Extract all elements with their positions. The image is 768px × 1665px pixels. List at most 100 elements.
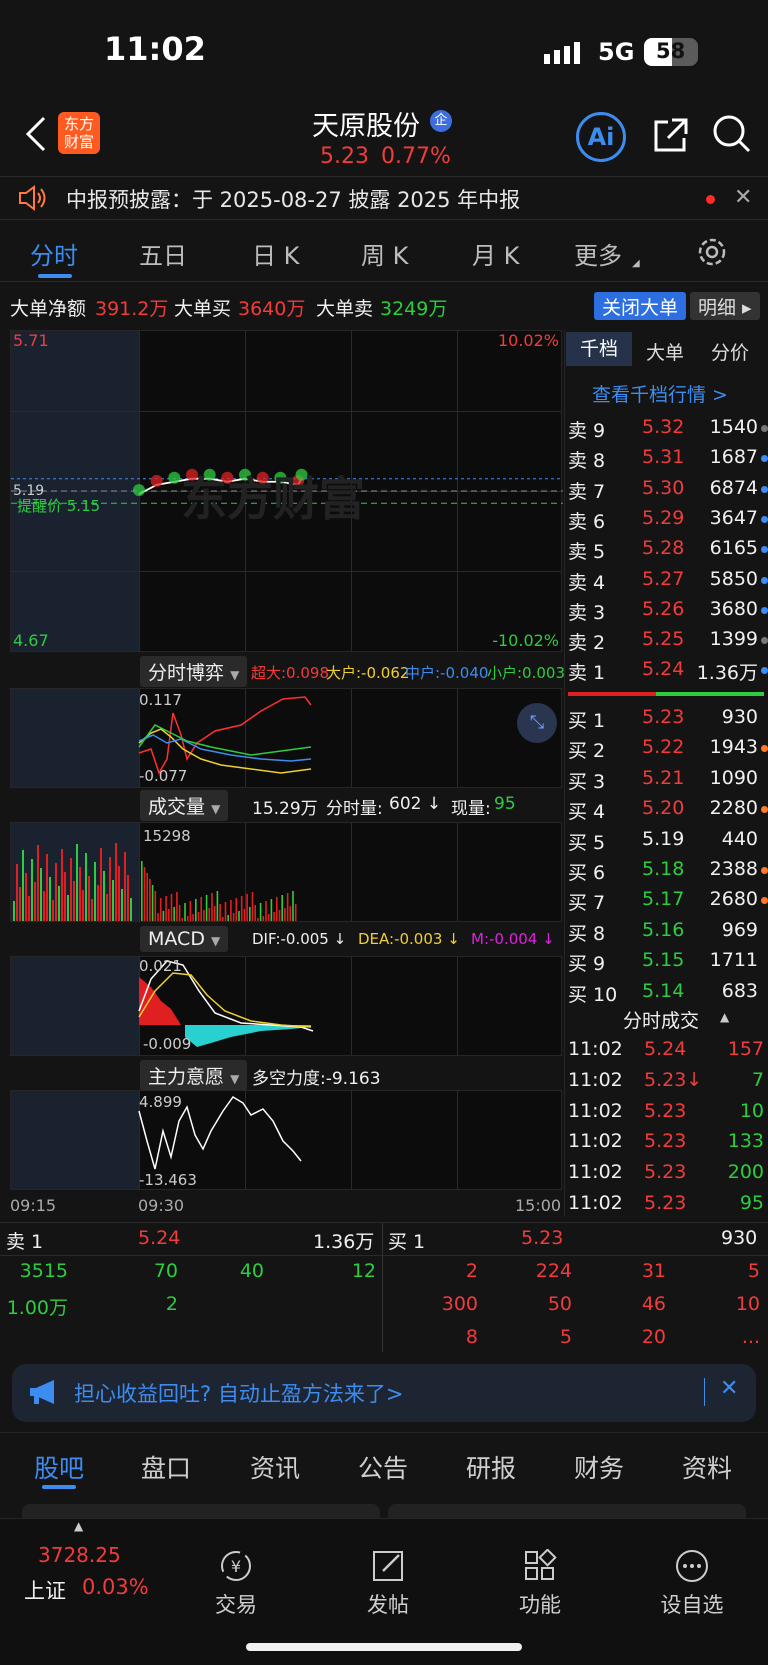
share-icon[interactable] bbox=[652, 116, 690, 158]
tab-announcement[interactable]: 公告 bbox=[358, 1449, 408, 1485]
sell-level-row[interactable]: 卖 2 5.25 1399 bbox=[566, 626, 768, 656]
volume-bar bbox=[76, 844, 78, 921]
buy-level-row[interactable]: 买 6 5.18 2388 bbox=[566, 856, 768, 886]
nav-trade[interactable]: ¥ 交易 bbox=[176, 1549, 296, 1619]
search-icon[interactable] bbox=[712, 114, 752, 158]
index-value[interactable]: 3728.25 bbox=[38, 1543, 121, 1567]
index-name[interactable]: 上证 bbox=[24, 1575, 66, 1605]
volume-panel-label[interactable]: 成交量 ▼ bbox=[140, 790, 229, 821]
tab-finance[interactable]: 财务 bbox=[574, 1449, 624, 1485]
buy-level-label: 买 2 bbox=[568, 740, 606, 763]
sell-level-row[interactable]: 卖 6 5.29 3647 bbox=[566, 505, 768, 535]
will-panel-label[interactable]: 主力意愿 ▼ bbox=[140, 1060, 248, 1091]
view-1000-link[interactable]: 查看千档行情 > bbox=[592, 380, 728, 407]
side-tab-big-order[interactable]: 大单 bbox=[646, 338, 684, 365]
tab-handicap[interactable]: 盘口 bbox=[141, 1449, 191, 1485]
tab-intraday[interactable]: 分时 bbox=[30, 236, 78, 271]
tab-month-k[interactable]: 月 K bbox=[472, 236, 519, 271]
expand-icon[interactable]: ⤡ bbox=[517, 703, 557, 743]
volume-bar bbox=[243, 909, 246, 921]
trade-row: 11:02 5.23 133 bbox=[566, 1128, 768, 1158]
tab-5day[interactable]: 五日 bbox=[139, 236, 187, 271]
nav-functions[interactable]: 功能 bbox=[480, 1549, 600, 1619]
volume-bar bbox=[91, 899, 93, 921]
volume-bar bbox=[200, 897, 202, 921]
buy-level-label: 买 3 bbox=[568, 770, 606, 793]
close-icon[interactable]: ✕ bbox=[734, 185, 752, 210]
macd-dea: DEA:-0.003 ↓ bbox=[358, 930, 460, 948]
nav-add-watchlist[interactable]: 设自选 bbox=[632, 1549, 752, 1619]
stock-name: 天原股份 bbox=[312, 111, 420, 142]
trade-price: 5.23 bbox=[644, 1130, 687, 1153]
tab-day-k[interactable]: 日 K bbox=[252, 236, 299, 271]
buy-level-row[interactable]: 买 3 5.21 1090 bbox=[566, 765, 768, 795]
trade-time: 11:02 bbox=[568, 1161, 623, 1184]
time-open: 09:30 bbox=[138, 1196, 185, 1215]
buy-level-row[interactable]: 买 2 5.22 1943 bbox=[566, 734, 768, 764]
volume-bar bbox=[230, 900, 232, 921]
buy-level-row[interactable]: 买 1 5.23 930 bbox=[566, 704, 768, 734]
volume-bar bbox=[232, 913, 235, 921]
volume-bar bbox=[246, 894, 248, 921]
tab-profile[interactable]: 资料 bbox=[682, 1449, 732, 1485]
trades-title[interactable]: 分时成交 bbox=[623, 1006, 699, 1033]
level-dot bbox=[761, 745, 768, 753]
trade-price: 5.23↓ bbox=[644, 1068, 703, 1091]
sell-level-row[interactable]: 卖 8 5.31 1687 bbox=[566, 444, 768, 474]
side-tab-1000[interactable]: 千档 bbox=[566, 332, 632, 366]
side-tab-price[interactable]: 分价 bbox=[711, 338, 749, 365]
ad-close-icon[interactable]: ✕ bbox=[720, 1376, 738, 1401]
tab-research[interactable]: 研报 bbox=[466, 1449, 516, 1485]
detail-button[interactable]: 明细 ▸ bbox=[690, 292, 760, 320]
macd-panel-label[interactable]: MACD ▼ bbox=[140, 926, 229, 952]
game-panel-label[interactable]: 分时博弈 ▼ bbox=[140, 656, 248, 687]
buy-level-row[interactable]: 买 5 5.19 440 bbox=[566, 826, 768, 856]
sell-level-row[interactable]: 卖 3 5.26 3680 bbox=[566, 596, 768, 626]
app-logo[interactable]: 东方 财富 bbox=[58, 112, 100, 154]
index-pct[interactable]: 0.03% bbox=[82, 1575, 149, 1599]
sell-level-volume: 3680 bbox=[709, 597, 758, 620]
tab-week-k[interactable]: 周 K bbox=[361, 236, 408, 271]
game-top-label: 0.117 bbox=[139, 691, 182, 709]
back-icon[interactable] bbox=[24, 116, 48, 156]
tab-more[interactable]: 更多 bbox=[574, 236, 622, 271]
will-force: 多空力度:-9.163 bbox=[252, 1069, 381, 1089]
notice-bar[interactable]: 中报预披露：于 2025-08-27 披露 2025 年中报 ✕ bbox=[0, 176, 768, 220]
price-chart[interactable]: 5.71 4.67 10.02% -10.02% 5.19 提醒价 5.15 东… bbox=[10, 330, 563, 652]
trade-row: 11:02 5.23↓ 7 bbox=[566, 1067, 768, 1097]
volume-bar bbox=[16, 864, 18, 921]
queue-buy-price: 5.23 bbox=[521, 1227, 564, 1249]
big-order-dot bbox=[168, 471, 181, 484]
volume-bar bbox=[259, 903, 262, 921]
close-big-order-button[interactable]: 关闭大单 bbox=[594, 292, 687, 320]
nav-post[interactable]: 发帖 bbox=[328, 1549, 448, 1619]
ai-icon[interactable]: Ai bbox=[576, 112, 626, 162]
sell-level-row[interactable]: 卖 5 5.28 6165 bbox=[566, 535, 768, 565]
super-value: 超大:0.098 bbox=[251, 664, 329, 682]
macd-m: M:-0.004 ↓ bbox=[471, 930, 555, 948]
tab-news[interactable]: 资讯 bbox=[250, 1449, 300, 1485]
volume-bar bbox=[97, 885, 99, 921]
sell-level-price: 5.32 bbox=[642, 416, 685, 438]
volume-bars-svg bbox=[13, 843, 297, 921]
buy-level-row[interactable]: 买 8 5.16 969 bbox=[566, 917, 768, 947]
buy-level-row[interactable]: 买 10 5.14 683 bbox=[566, 978, 768, 1008]
trade-row: 11:02 5.23 95 bbox=[566, 1190, 768, 1220]
sell-level-row[interactable]: 卖 9 5.32 1540 bbox=[566, 414, 768, 444]
volume-bar bbox=[276, 897, 278, 921]
sell-level-row[interactable]: 卖 1 5.24 1.36万 bbox=[566, 656, 768, 686]
level-dot bbox=[761, 576, 768, 584]
buy-level-row[interactable]: 买 7 5.17 2680 bbox=[566, 886, 768, 916]
sell-level-row[interactable]: 卖 4 5.27 5850 bbox=[566, 566, 768, 596]
buy-level-row[interactable]: 买 9 5.15 1711 bbox=[566, 947, 768, 977]
small-value: 小户:0.003 bbox=[487, 664, 565, 682]
volume-bar bbox=[67, 895, 69, 921]
tab-forum[interactable]: 股吧 bbox=[34, 1449, 84, 1485]
buy-level-row[interactable]: 买 4 5.20 2280 bbox=[566, 795, 768, 825]
buy-level-price: 5.18 bbox=[642, 858, 685, 880]
settings-gear-icon[interactable] bbox=[696, 236, 728, 272]
macd-bottom-label: -0.009 bbox=[143, 1035, 192, 1053]
ad-banner[interactable]: 担心收益回吐? 自动止盈方法来了> ✕ bbox=[12, 1364, 756, 1422]
sell-level-row[interactable]: 卖 7 5.30 6874 bbox=[566, 475, 768, 505]
volume-bar bbox=[149, 879, 151, 921]
